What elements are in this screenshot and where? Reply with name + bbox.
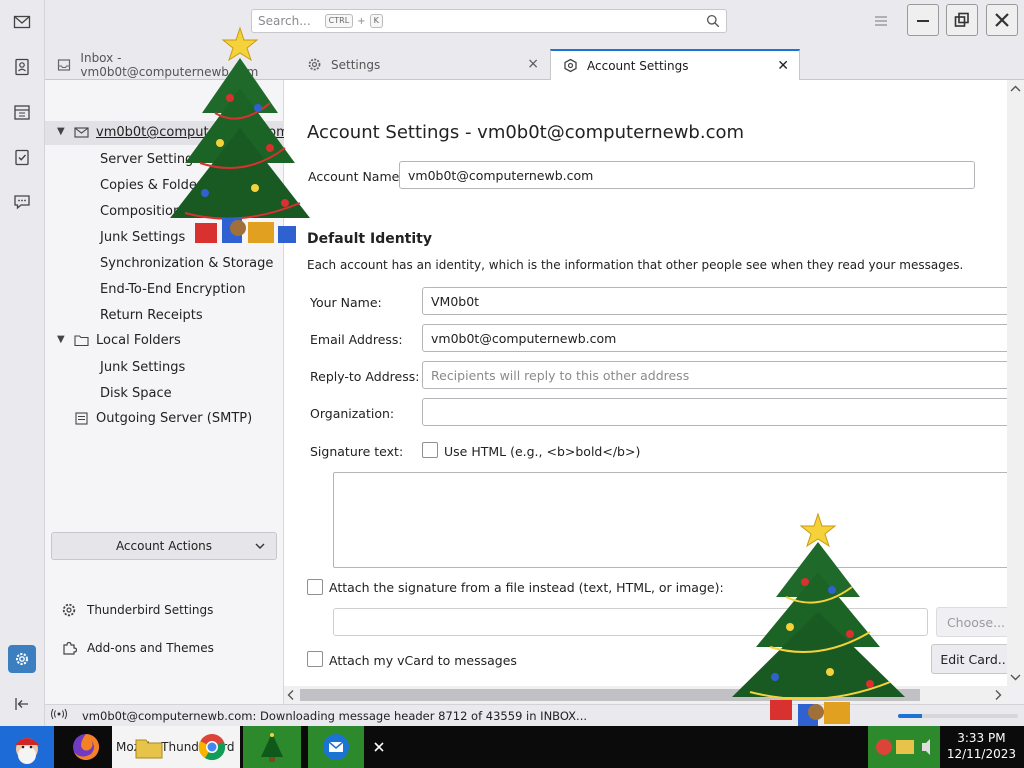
attach-signature-label: Attach the signature from a file instead… [329, 580, 724, 595]
tree-item-label: Local Folders [96, 333, 181, 348]
start-santa-icon[interactable] [0, 726, 54, 768]
christmas-tree-decoration-left [170, 26, 310, 243]
account-name-label: Account Name: [308, 169, 404, 184]
status-text: vm0b0t@computernewb.com: Downloading mes… [82, 708, 588, 723]
tab-account-settings[interactable]: Account Settings ✕ [550, 49, 800, 80]
identity-description: Each account has an identity, which is t… [307, 258, 964, 272]
organization-field[interactable] [422, 398, 1022, 426]
email-label: Email Address: [310, 332, 403, 347]
tab-settings[interactable]: Settings × [295, 49, 549, 80]
thunderbird-icon[interactable] [308, 726, 364, 768]
gear-icon [62, 603, 76, 617]
tree-item-local-folders[interactable]: ▼ Local Folders [45, 329, 284, 353]
file-manager-icon[interactable] [131, 726, 167, 768]
tree-item-smtp[interactable]: Outgoing Server (SMTP) [45, 407, 284, 431]
choose-file-button[interactable]: Choose... [936, 607, 1016, 637]
addons-themes-link[interactable]: Add-ons and Themes [61, 640, 214, 656]
address-book-icon[interactable] [8, 53, 36, 81]
addons-label: Add-ons and Themes [87, 641, 214, 655]
thunderbird-settings-label: Thunderbird Settings [87, 603, 214, 617]
minimize-button[interactable] [907, 4, 939, 36]
scroll-left-icon [287, 690, 294, 700]
close-task-icon[interactable] [372, 726, 386, 768]
christmas-tree-app-icon[interactable] [243, 726, 301, 768]
tree-item-label: Disk Space [100, 385, 172, 401]
tab-label: Settings [331, 57, 381, 72]
your-name-label: Your Name: [310, 295, 382, 310]
close-window-button[interactable] [986, 4, 1018, 36]
chevron-down-icon [254, 540, 266, 555]
reply-to-field[interactable]: Recipients will reply to this other addr… [422, 361, 1022, 389]
spaces-toolbar [0, 0, 45, 726]
tab-label: Account Settings [587, 58, 689, 73]
app-menu-icon[interactable] [872, 12, 890, 30]
taskbar-clock[interactable]: 3:33 PM 12/11/2023 [947, 730, 1016, 762]
clock-time: 3:33 PM [957, 731, 1006, 745]
tree-item-local-junk-settings[interactable]: Junk Settings [45, 355, 284, 379]
email-field[interactable]: vm0b0t@computernewb.com [422, 324, 1022, 352]
tree-item-label: Outgoing Server (SMTP) [96, 411, 253, 426]
account-name-field[interactable]: vm0b0t@computernewb.com [399, 161, 975, 189]
christmas-tree-decoration-right [732, 512, 905, 726]
chrome-icon[interactable] [190, 726, 234, 768]
tree-item-return-receipts[interactable]: Return Receipts [45, 303, 284, 327]
thunderbird-settings-link[interactable]: Thunderbird Settings [61, 602, 213, 618]
chevron-down-icon[interactable]: ▼ [57, 334, 65, 345]
tasks-icon[interactable] [8, 143, 36, 171]
page-title: Account Settings - vm0b0t@computernewb.c… [307, 122, 745, 143]
account-actions-label: Account Actions [115, 539, 213, 553]
tree-item-e2e-encryption[interactable]: End-To-End Encryption [45, 277, 284, 301]
system-tray[interactable] [868, 726, 940, 768]
clock-date: 12/11/2023 [946, 747, 1016, 761]
tree-item-label: End-To-End Encryption [100, 281, 246, 297]
tree-item-label: Synchronization & Storage [100, 255, 274, 271]
scroll-right-icon [995, 690, 1002, 700]
taskbar: Mozilla Thunderbird 3:33 PM 12/11/2023 [0, 726, 1024, 768]
collapse-icon[interactable] [8, 690, 36, 718]
chat-icon[interactable] [8, 188, 36, 216]
reply-to-label: Reply-to Address: [310, 369, 420, 384]
organization-label: Organization: [310, 406, 395, 421]
edit-card-button[interactable]: Edit Card... [931, 644, 1019, 674]
restore-button[interactable] [946, 4, 978, 36]
chevron-down-icon[interactable]: ▼ [57, 126, 65, 137]
tree-item-sync-storage[interactable]: Synchronization & Storage [45, 251, 284, 275]
online-status-icon[interactable] [50, 708, 68, 723]
tree-item-disk-space[interactable]: Disk Space [45, 381, 284, 405]
attach-vcard-label: Attach my vCard to messages [329, 653, 517, 668]
tree-item-label: Junk Settings [100, 359, 186, 375]
search-input[interactable]: Search... CTRL + K [251, 9, 727, 33]
account-settings-icon [563, 58, 579, 74]
vertical-scrollbar[interactable] [1007, 80, 1024, 686]
scroll-up-icon [1010, 85, 1021, 92]
search-icon [706, 14, 720, 31]
outgoing-server-icon [74, 411, 90, 427]
use-html-label: Use HTML (e.g., <b>bold</b>) [444, 444, 641, 459]
attach-vcard-checkbox[interactable] [307, 651, 323, 667]
tree-item-label: Return Receipts [100, 307, 203, 323]
close-tab-icon[interactable]: × [527, 56, 539, 72]
calendar-icon[interactable] [8, 98, 36, 126]
shortcut-key-ctrl: CTRL [324, 14, 354, 28]
shortcut-plus: + [357, 15, 366, 27]
folder-icon [74, 333, 90, 349]
signature-label: Signature text: [310, 444, 404, 459]
attach-signature-file-checkbox[interactable] [307, 579, 323, 595]
account-mail-icon [74, 125, 90, 141]
scroll-down-icon [1010, 674, 1021, 681]
use-html-checkbox[interactable] [422, 442, 438, 458]
puzzle-icon [63, 641, 77, 655]
shortcut-key-k: K [369, 14, 383, 28]
mail-icon[interactable] [8, 8, 36, 36]
settings-icon[interactable] [8, 645, 36, 673]
your-name-field[interactable]: VM0b0t [422, 287, 1022, 315]
inbox-icon [57, 57, 72, 73]
default-identity-heading: Default Identity [307, 231, 432, 247]
firefox-icon[interactable] [64, 726, 108, 768]
account-actions-button[interactable]: Account Actions [51, 532, 277, 560]
close-tab-icon[interactable]: ✕ [777, 58, 789, 74]
